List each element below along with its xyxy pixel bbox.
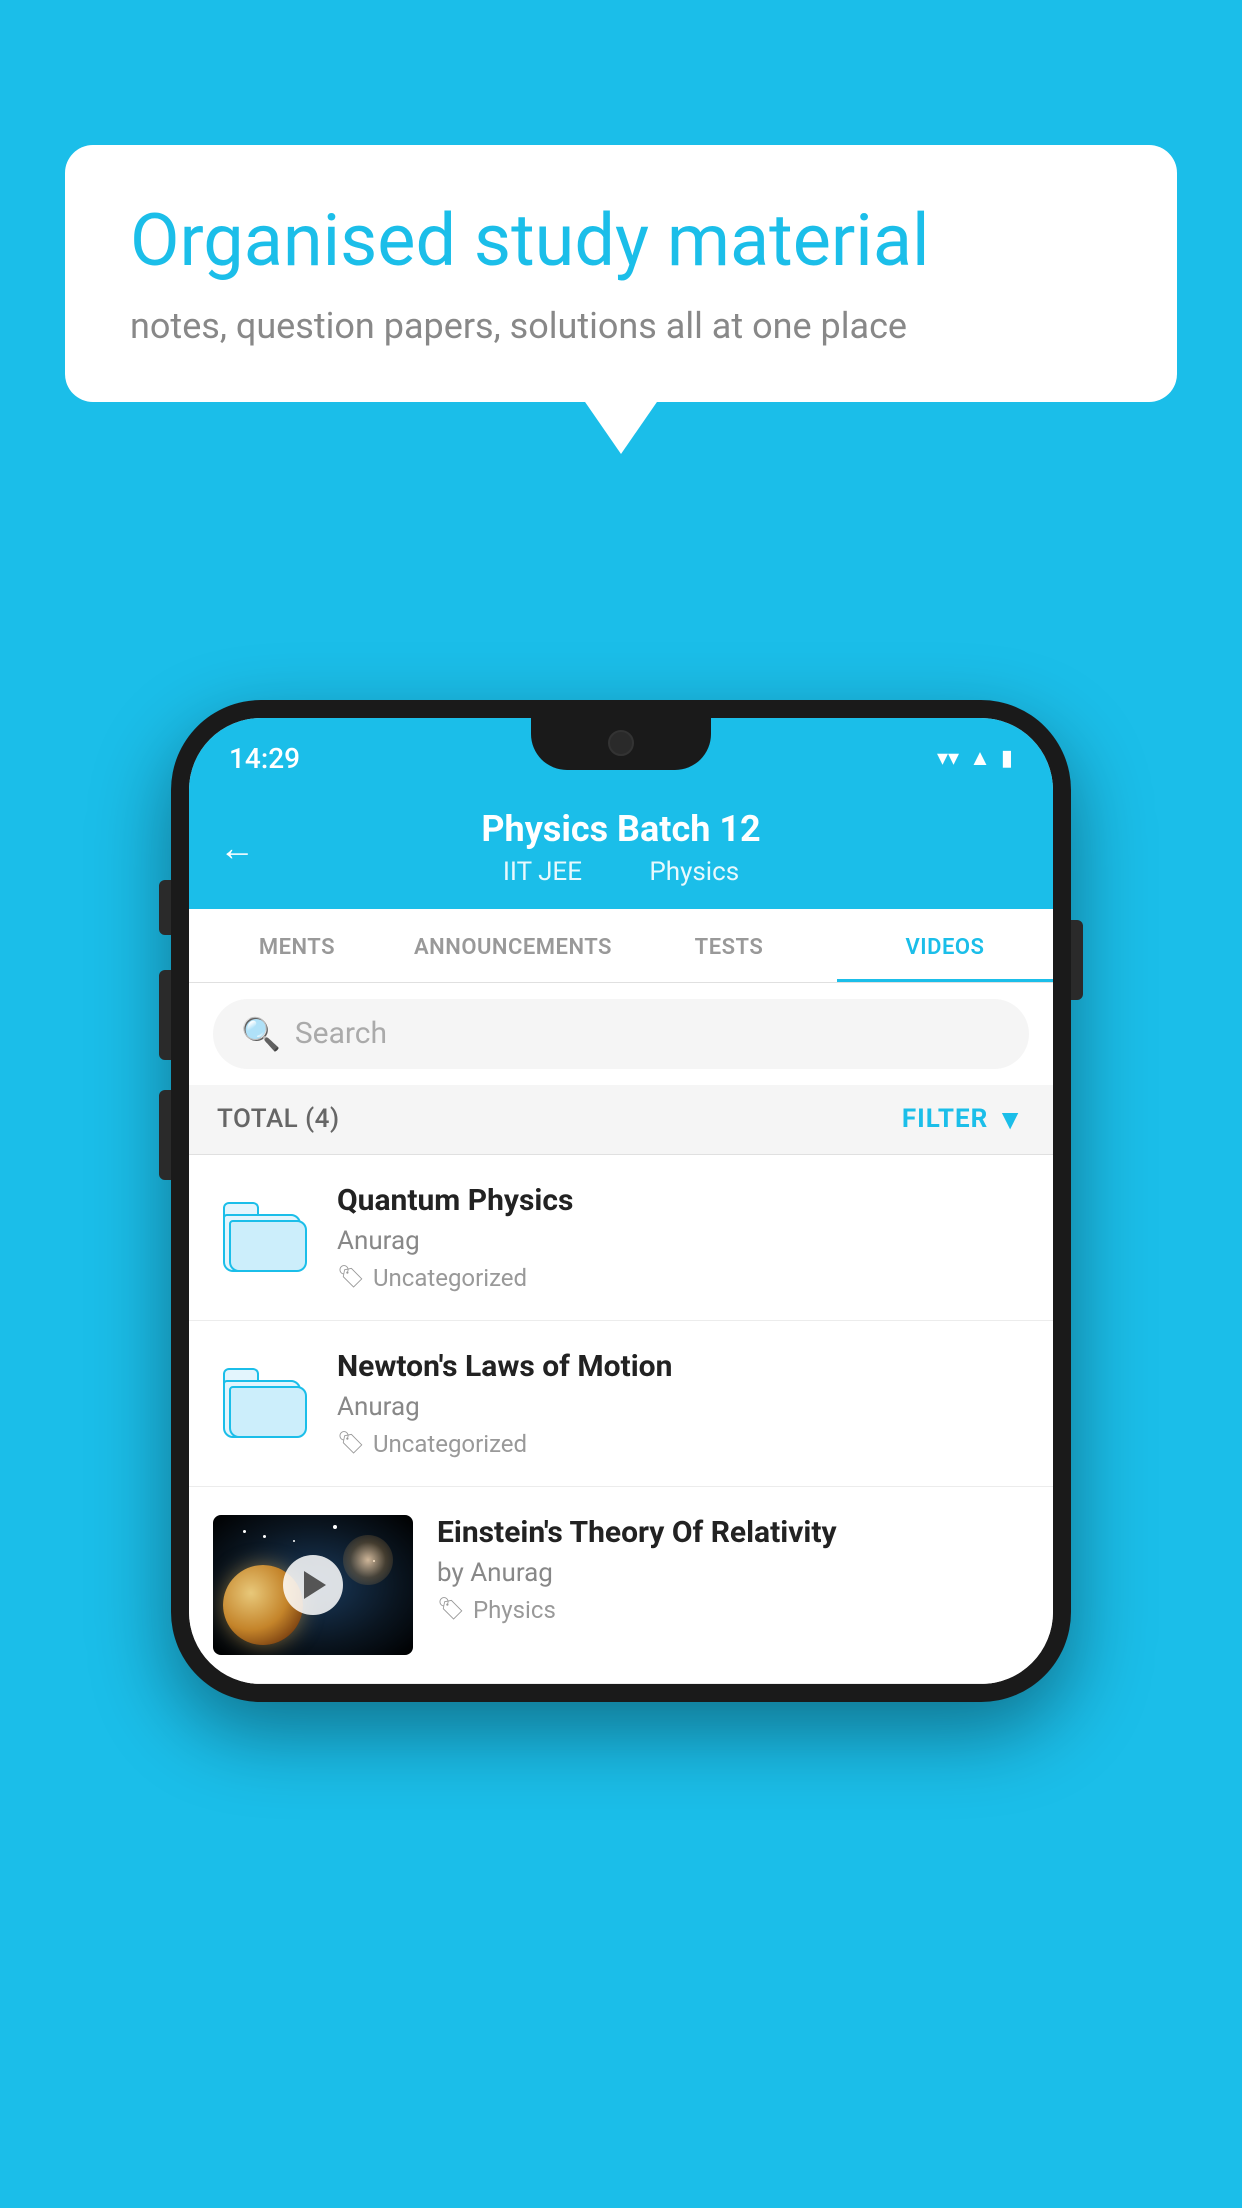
- tag-label: Physics: [473, 1596, 556, 1624]
- filter-label: FILTER: [902, 1104, 988, 1134]
- subtitle-dot: [612, 857, 625, 887]
- status-icons: ▾▾ ▲ ▮: [937, 745, 1013, 771]
- star: [333, 1525, 337, 1529]
- tag-icon: 🏷: [437, 1597, 465, 1622]
- video-title: Quantum Physics: [337, 1183, 1029, 1218]
- star: [243, 1530, 246, 1533]
- tab-videos[interactable]: VIDEOS: [837, 909, 1053, 982]
- video-author: Anurag: [337, 1392, 1029, 1422]
- status-time: 14:29: [229, 742, 300, 775]
- folder-thumbnail: [213, 1202, 313, 1272]
- video-tag: 🏷 Uncategorized: [337, 1264, 1029, 1292]
- video-thumbnail: [213, 1515, 413, 1655]
- video-tag: 🏷 Physics: [437, 1596, 1029, 1624]
- tag-icon: 🏷: [337, 1431, 365, 1456]
- search-icon: 🔍: [241, 1015, 281, 1053]
- tab-announcements[interactable]: ANNOUNCEMENTS: [405, 909, 621, 982]
- folder-icon: [223, 1368, 303, 1438]
- signal-icon: ▲: [969, 745, 991, 771]
- folder-front: [229, 1220, 307, 1272]
- tabs-bar: MENTS ANNOUNCEMENTS TESTS VIDEOS: [189, 909, 1053, 983]
- mute-button: [159, 880, 171, 935]
- search-input[interactable]: Search: [295, 1016, 387, 1051]
- play-icon: [304, 1571, 326, 1599]
- list-item[interactable]: Quantum Physics Anurag 🏷 Uncategorized: [189, 1155, 1053, 1321]
- tag-icon: 🏷: [337, 1265, 365, 1290]
- speech-bubble-container: Organised study material notes, question…: [65, 145, 1177, 402]
- play-button[interactable]: [283, 1555, 343, 1615]
- folder-icon: [223, 1202, 303, 1272]
- tag-label: Uncategorized: [373, 1264, 527, 1292]
- video-list: Quantum Physics Anurag 🏷 Uncategorized: [189, 1155, 1053, 1684]
- folder-thumbnail: [213, 1368, 313, 1438]
- filter-button[interactable]: FILTER ▼: [902, 1103, 1025, 1136]
- video-author: Anurag: [337, 1226, 1029, 1256]
- glow-effect: [343, 1535, 393, 1585]
- star: [293, 1540, 295, 1542]
- video-item-info: Quantum Physics Anurag 🏷 Uncategorized: [337, 1183, 1029, 1292]
- video-author: by Anurag: [437, 1558, 1029, 1588]
- battery-icon: ▮: [1001, 746, 1013, 771]
- phone-outer: 14:29 ▾▾ ▲ ▮ ← Physics Batch 12 IIT JEE: [171, 700, 1071, 1702]
- phone-screen: 14:29 ▾▾ ▲ ▮ ← Physics Batch 12 IIT JEE: [189, 718, 1053, 1684]
- search-bar[interactable]: 🔍 Search: [213, 999, 1029, 1069]
- page-title: Physics Batch 12: [219, 806, 1023, 853]
- volume-up-button: [159, 970, 171, 1060]
- speech-bubble-subtitle: notes, question papers, solutions all at…: [130, 305, 1112, 347]
- video-item-info: Newton's Laws of Motion Anurag 🏷 Uncateg…: [337, 1349, 1029, 1458]
- volume-down-button: [159, 1090, 171, 1180]
- filter-bar: TOTAL (4) FILTER ▼: [189, 1085, 1053, 1155]
- subtitle-physics: Physics: [649, 857, 739, 887]
- tag-label: Uncategorized: [373, 1430, 527, 1458]
- app-header: ← Physics Batch 12 IIT JEE Physics: [189, 788, 1053, 909]
- video-title: Newton's Laws of Motion: [337, 1349, 1029, 1384]
- tab-ments[interactable]: MENTS: [189, 909, 405, 982]
- speech-bubble-title: Organised study material: [130, 200, 1112, 283]
- header-subtitle: IIT JEE Physics: [219, 857, 1023, 887]
- video-title: Einstein's Theory Of Relativity: [437, 1515, 1029, 1550]
- tab-tests[interactable]: TESTS: [621, 909, 837, 982]
- subtitle-iitjee: IIT JEE: [503, 857, 582, 887]
- star: [263, 1535, 266, 1538]
- back-button[interactable]: ←: [219, 827, 255, 869]
- list-item[interactable]: Newton's Laws of Motion Anurag 🏷 Uncateg…: [189, 1321, 1053, 1487]
- phone-notch: [531, 718, 711, 770]
- phone-wrapper: 14:29 ▾▾ ▲ ▮ ← Physics Batch 12 IIT JEE: [171, 700, 1071, 1702]
- folder-front: [229, 1386, 307, 1438]
- power-button: [1071, 920, 1083, 1000]
- filter-icon: ▼: [996, 1103, 1025, 1136]
- video-tag: 🏷 Uncategorized: [337, 1430, 1029, 1458]
- list-item[interactable]: Einstein's Theory Of Relativity by Anura…: [189, 1487, 1053, 1684]
- front-camera: [608, 730, 634, 756]
- speech-bubble: Organised study material notes, question…: [65, 145, 1177, 402]
- total-count: TOTAL (4): [217, 1104, 340, 1134]
- wifi-icon: ▾▾: [937, 746, 959, 771]
- video-item-info: Einstein's Theory Of Relativity by Anura…: [437, 1515, 1029, 1624]
- search-container: 🔍 Search: [189, 983, 1053, 1085]
